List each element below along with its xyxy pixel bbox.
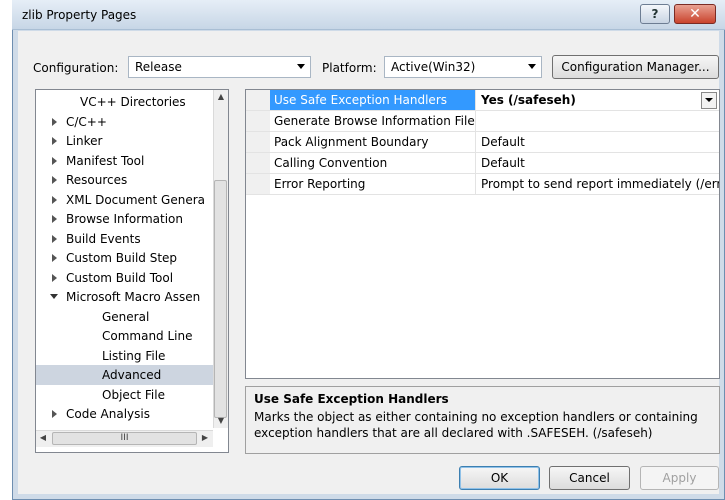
- window-title: zlib Property Pages: [22, 8, 137, 22]
- scroll-left-arrow-icon[interactable]: ◀: [38, 433, 48, 445]
- platform-label: Platform:: [322, 61, 377, 75]
- description-line-2: exception handlers that are all declared…: [254, 426, 653, 440]
- property-value: Yes (/safeseh): [481, 93, 576, 107]
- scroll-down-arrow-icon[interactable]: ▼: [216, 416, 226, 426]
- expand-arrow-icon[interactable]: [52, 157, 57, 165]
- property-row[interactable]: Pack Alignment Boundary Default: [246, 132, 719, 153]
- property-tree[interactable]: VC++ Directories C/C++ Linker Manifest T…: [35, 89, 229, 453]
- row-gutter: [246, 90, 270, 110]
- configuration-value: Release: [135, 60, 182, 74]
- property-row-selected[interactable]: Use Safe Exception Handlers Yes (/safese…: [246, 90, 719, 111]
- platform-dropdown[interactable]: Active(Win32): [384, 56, 542, 78]
- expand-arrow-icon[interactable]: [52, 254, 57, 262]
- tree-item[interactable]: Linker: [36, 131, 216, 151]
- description-title: Use Safe Exception Handlers: [254, 392, 449, 406]
- property-name: Error Reporting: [274, 174, 476, 194]
- tree-horizontal-scroll-thumb[interactable]: III: [52, 432, 197, 445]
- row-gutter: [246, 132, 270, 152]
- scroll-right-arrow-icon[interactable]: ▶: [200, 433, 210, 445]
- tree-item-selected[interactable]: Advanced: [36, 365, 216, 385]
- tree-item[interactable]: C/C++: [36, 112, 216, 132]
- property-name: Use Safe Exception Handlers: [270, 90, 476, 110]
- property-row[interactable]: Calling Convention Default: [246, 153, 719, 174]
- tree-item[interactable]: Code Analysis: [36, 404, 216, 424]
- tree-item[interactable]: General: [36, 307, 216, 327]
- expand-arrow-icon[interactable]: [52, 196, 57, 204]
- apply-button[interactable]: Apply: [640, 466, 719, 490]
- expand-arrow-icon[interactable]: [52, 274, 57, 282]
- property-grid[interactable]: Use Safe Exception Handlers Yes (/safese…: [245, 89, 720, 379]
- chevron-down-icon: [705, 98, 713, 102]
- tree-item[interactable]: Custom Build Tool: [36, 268, 216, 288]
- configuration-dropdown[interactable]: Release: [128, 56, 311, 78]
- tree-item[interactable]: Microsoft Macro Assen: [36, 287, 216, 307]
- property-value: Prompt to send report immediately (/erro…: [481, 177, 719, 191]
- row-gutter: [246, 174, 270, 194]
- cancel-button[interactable]: Cancel: [549, 466, 630, 490]
- description-line-1: Marks the object as either containing no…: [254, 410, 698, 424]
- tree-item[interactable]: Custom Build Step: [36, 248, 216, 268]
- expand-arrow-icon[interactable]: [52, 137, 57, 145]
- tree-item[interactable]: VC++ Directories: [36, 92, 216, 112]
- tree-item[interactable]: Build Events: [36, 229, 216, 249]
- help-button[interactable]: ?: [640, 4, 670, 24]
- row-gutter: [246, 111, 270, 131]
- ok-button[interactable]: OK: [459, 466, 540, 490]
- tree-item[interactable]: Browse Information: [36, 209, 216, 229]
- chevron-down-icon: [297, 64, 305, 69]
- scroll-up-arrow-icon[interactable]: ▲: [216, 92, 226, 102]
- row-gutter: [246, 153, 270, 173]
- tree-item[interactable]: Listing File: [36, 346, 216, 366]
- platform-value: Active(Win32): [391, 60, 476, 74]
- expand-arrow-icon[interactable]: [52, 176, 57, 184]
- tree-vertical-scroll-thumb[interactable]: [214, 180, 227, 418]
- property-row[interactable]: Error Reporting Prompt to send report im…: [246, 174, 719, 195]
- configuration-manager-button[interactable]: Configuration Manager...: [552, 55, 719, 79]
- tree-item[interactable]: Manifest Tool: [36, 151, 216, 171]
- tree-item[interactable]: XML Document Genera: [36, 190, 216, 210]
- collapse-arrow-icon[interactable]: [50, 294, 58, 299]
- property-row[interactable]: Generate Browse Information File: [246, 111, 719, 132]
- expand-arrow-icon[interactable]: [52, 410, 57, 418]
- value-dropdown-button[interactable]: [701, 92, 717, 109]
- property-name: Pack Alignment Boundary: [274, 132, 476, 152]
- configuration-label: Configuration:: [33, 61, 119, 75]
- description-panel: Use Safe Exception Handlers Marks the ob…: [245, 386, 720, 454]
- close-button[interactable]: ✕: [674, 4, 716, 24]
- expand-arrow-icon[interactable]: [52, 118, 57, 126]
- tree-item[interactable]: Object File: [36, 385, 216, 405]
- property-name: Generate Browse Information File: [274, 111, 476, 131]
- chevron-down-icon: [528, 64, 536, 69]
- expand-arrow-icon[interactable]: [52, 215, 57, 223]
- tree-item[interactable]: Command Line: [36, 326, 216, 346]
- tree-item[interactable]: Resources: [36, 170, 216, 190]
- expand-arrow-icon[interactable]: [52, 235, 57, 243]
- property-value: Default: [481, 135, 525, 149]
- property-value: Default: [481, 156, 525, 170]
- property-value: [481, 111, 719, 131]
- property-name: Calling Convention: [274, 153, 476, 173]
